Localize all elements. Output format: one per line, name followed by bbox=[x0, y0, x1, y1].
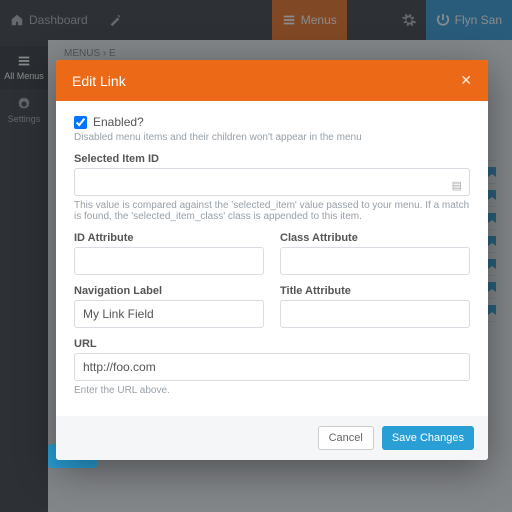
id-attr-label: ID Attribute bbox=[74, 232, 264, 244]
list-icon[interactable]: ▤ bbox=[452, 179, 462, 192]
selected-item-input[interactable] bbox=[74, 168, 470, 196]
close-icon[interactable]: ✕ bbox=[460, 72, 472, 89]
title-attr-input[interactable] bbox=[280, 300, 470, 328]
url-input[interactable] bbox=[74, 353, 470, 381]
edit-link-modal: Edit Link ✕ Enabled? Disabled menu items… bbox=[56, 60, 488, 460]
save-changes-button[interactable]: Save Changes bbox=[382, 426, 474, 450]
url-help: Enter the URL above. bbox=[74, 385, 470, 396]
enabled-help: Disabled menu items and their children w… bbox=[74, 132, 470, 143]
modal-footer: Cancel Save Changes bbox=[56, 416, 488, 460]
nav-label-label: Navigation Label bbox=[74, 285, 264, 297]
enabled-checkbox[interactable] bbox=[74, 116, 87, 129]
enabled-label: Enabled? bbox=[93, 115, 144, 129]
class-attr-input[interactable] bbox=[280, 247, 470, 275]
modal-body: Enabled? Disabled menu items and their c… bbox=[56, 101, 488, 416]
modal-title: Edit Link bbox=[72, 73, 126, 89]
modal-header: Edit Link ✕ bbox=[56, 60, 488, 101]
cancel-button[interactable]: Cancel bbox=[318, 426, 374, 450]
url-label: URL bbox=[74, 338, 470, 350]
selected-item-label: Selected Item ID bbox=[74, 153, 470, 165]
title-attr-label: Title Attribute bbox=[280, 285, 470, 297]
selected-item-help: This value is compared against the 'sele… bbox=[74, 200, 470, 222]
class-attr-label: Class Attribute bbox=[280, 232, 470, 244]
nav-label-input[interactable] bbox=[74, 300, 264, 328]
id-attr-input[interactable] bbox=[74, 247, 264, 275]
